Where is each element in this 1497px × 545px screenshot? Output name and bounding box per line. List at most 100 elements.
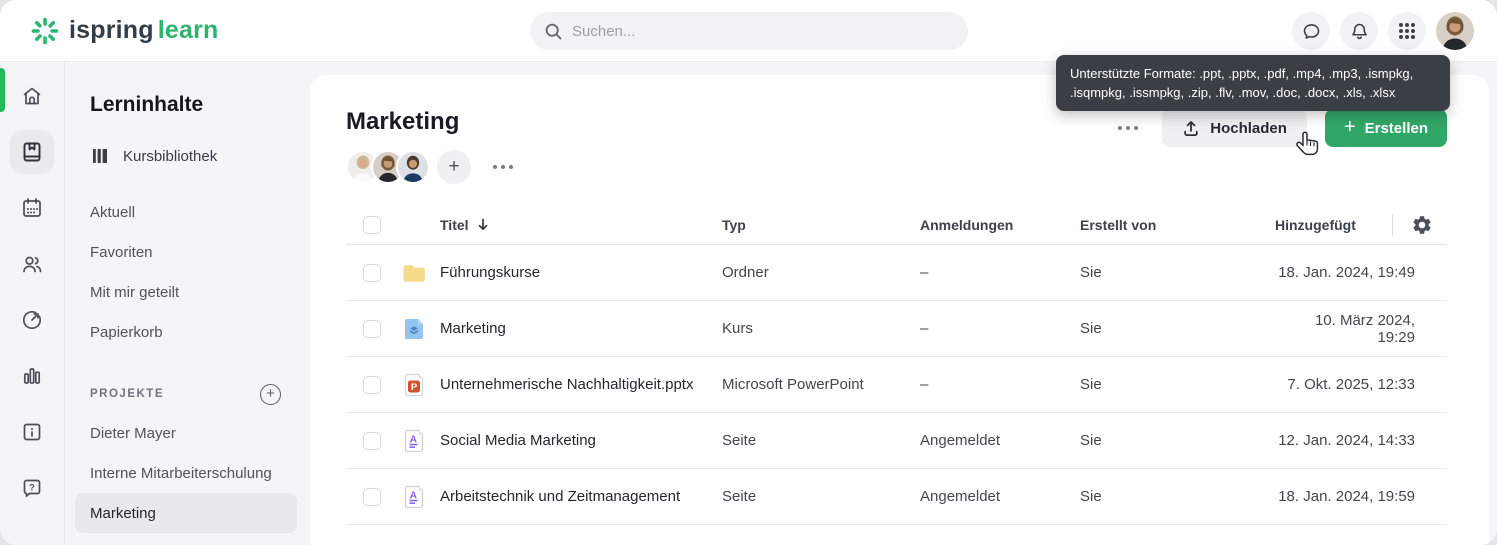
bar-chart-icon [20,364,44,388]
table-settings-gear-icon[interactable] [1411,214,1433,236]
rail-item-reports[interactable] [10,354,54,398]
upload-icon [1182,119,1200,137]
table-row[interactable]: Marketing Kurs – Sie 10. März 2024, 19:2… [346,301,1447,357]
rail-item-people[interactable] [10,242,54,286]
add-collaborator-button[interactable]: + [437,150,471,184]
table-row[interactable]: A Arbeitstechnik und Zeitmanagement Seit… [346,469,1447,525]
row-enrollments: – [920,320,929,337]
row-enrollments: Angemeldet [920,432,1001,449]
row-title[interactable]: Social Media Marketing [440,432,722,449]
collaborators-row: + [346,150,519,184]
upload-button[interactable]: Hochladen [1162,109,1307,147]
sidebar-list: Aktuell Favoriten Mit mir geteilt Papier… [90,192,310,352]
select-all-checkbox[interactable] [363,215,381,234]
plus-icon: + [1343,116,1356,138]
add-project-button[interactable]: + [260,383,281,405]
bell-icon [1349,21,1370,42]
sidebar-item-label: Papierkorb [90,323,163,341]
column-header-added[interactable]: Hinzugefügt [1275,217,1356,233]
sidebar-item-favoriten[interactable]: Favoriten [90,232,310,272]
page-icon: A [400,427,428,455]
project-item-interne-mitarbeiterschulung[interactable]: Interne Mitarbeiterschulung [90,453,310,493]
row-created-by: Sie [1080,488,1102,505]
sidebar-item-label: Kursbibliothek [123,147,218,165]
sidebar-item-aktuell[interactable]: Aktuell [90,192,310,232]
project-item-label: Dieter Mayer [90,424,176,442]
row-added: 10. März 2024, 19:29 [1314,311,1415,346]
table-row[interactable]: P Unternehmerische Nachhaltigkeit.pptx M… [346,357,1447,413]
sidebar-item-course-library[interactable]: Kursbibliothek [90,136,310,176]
table-row[interactable]: Führungskurse Ordner – Sie 18. Jan. 2024… [346,245,1447,301]
row-checkbox[interactable] [363,375,381,394]
row-type: Seite [722,432,757,449]
column-header-title[interactable]: Titel [440,217,722,233]
row-created-by: Sie [1080,376,1102,393]
sidebar-item-shared-with-me[interactable]: Mit mir geteilt [90,272,310,312]
row-title[interactable]: Unternehmerische Nachhaltigkeit.pptx [440,376,722,393]
create-button-label: Erstellen [1364,119,1428,137]
page-title: Marketing [346,108,460,135]
row-created-by: Sie [1080,320,1102,337]
rail-item-calendar[interactable] [10,186,54,230]
row-added: 18. Jan. 2024, 19:59 [1278,488,1415,505]
row-title[interactable]: Marketing [440,320,722,337]
row-checkbox[interactable] [363,319,381,338]
user-avatar[interactable] [1436,12,1474,50]
column-header-type[interactable]: Typ [722,217,920,233]
page-more-button[interactable] [1112,120,1144,136]
content-table: Titel Typ Anmeldungen Erstellt von Hinzu… [346,205,1447,525]
apps-button[interactable] [1388,12,1426,50]
collaborators-more-button[interactable] [487,159,519,175]
row-title[interactable]: Arbeitstechnik und Zeitmanagement [440,488,722,505]
column-header-enrollments[interactable]: Anmeldungen [920,217,1080,233]
home-icon [20,84,44,108]
row-checkbox[interactable] [363,263,381,282]
column-header-label: Titel [440,216,469,233]
projects-header-label: PROJEKTE [90,388,164,400]
rail-item-info[interactable] [10,410,54,454]
chat-icon [1301,21,1322,42]
logo-accent-text: learn [157,16,219,44]
create-button[interactable]: + Erstellen [1324,109,1447,147]
project-item-label: Marketing [90,504,156,522]
calendar-icon [20,196,44,220]
logo-text: ispring [69,16,154,44]
book-icon [20,140,44,164]
row-title[interactable]: Führungskurse [440,264,722,281]
nav-rail: ? [0,62,65,545]
row-type: Ordner [722,264,769,281]
rail-item-help[interactable]: ? [10,466,54,510]
project-item-marketing[interactable]: Marketing [75,493,297,533]
rail-item-goals[interactable] [10,298,54,342]
row-created-by: Sie [1080,264,1102,281]
row-checkbox[interactable] [363,487,381,506]
logo[interactable]: ispring learn [30,16,219,46]
notifications-button[interactable] [1340,12,1378,50]
sidebar-item-trash[interactable]: Papierkorb [90,312,310,352]
project-item-dieter-mayer[interactable]: Dieter Mayer [90,413,310,453]
search-input[interactable] [572,22,954,40]
row-added: 7. Okt. 2025, 12:33 [1287,376,1415,393]
project-item-label: Interne Mitarbeiterschulung [90,464,272,482]
page-icon: A [400,483,428,511]
info-box-icon [20,420,44,444]
column-header-created-by[interactable]: Erstellt von [1080,217,1275,233]
row-type: Kurs [722,320,753,337]
ispring-logo-icon [30,16,60,46]
messages-button[interactable] [1292,12,1330,50]
row-added: 18. Jan. 2024, 19:49 [1278,264,1415,281]
rail-item-learning-content[interactable] [10,130,54,174]
topbar: ispring learn [0,0,1497,62]
collaborator-avatar[interactable] [396,150,430,184]
row-created-by: Sie [1080,432,1102,449]
search-bar[interactable] [530,12,968,50]
rail-item-home[interactable] [10,74,54,118]
table-header-row: Titel Typ Anmeldungen Erstellt von Hinzu… [346,205,1447,245]
apps-grid-icon [1397,21,1417,41]
row-type: Microsoft PowerPoint [722,376,864,393]
active-nav-indicator [0,68,5,112]
row-checkbox[interactable] [363,431,381,450]
table-row[interactable]: A Social Media Marketing Seite Angemelde… [346,413,1447,469]
row-enrollments: – [920,376,929,393]
sidebar-title: Lerninhalte [90,93,204,116]
